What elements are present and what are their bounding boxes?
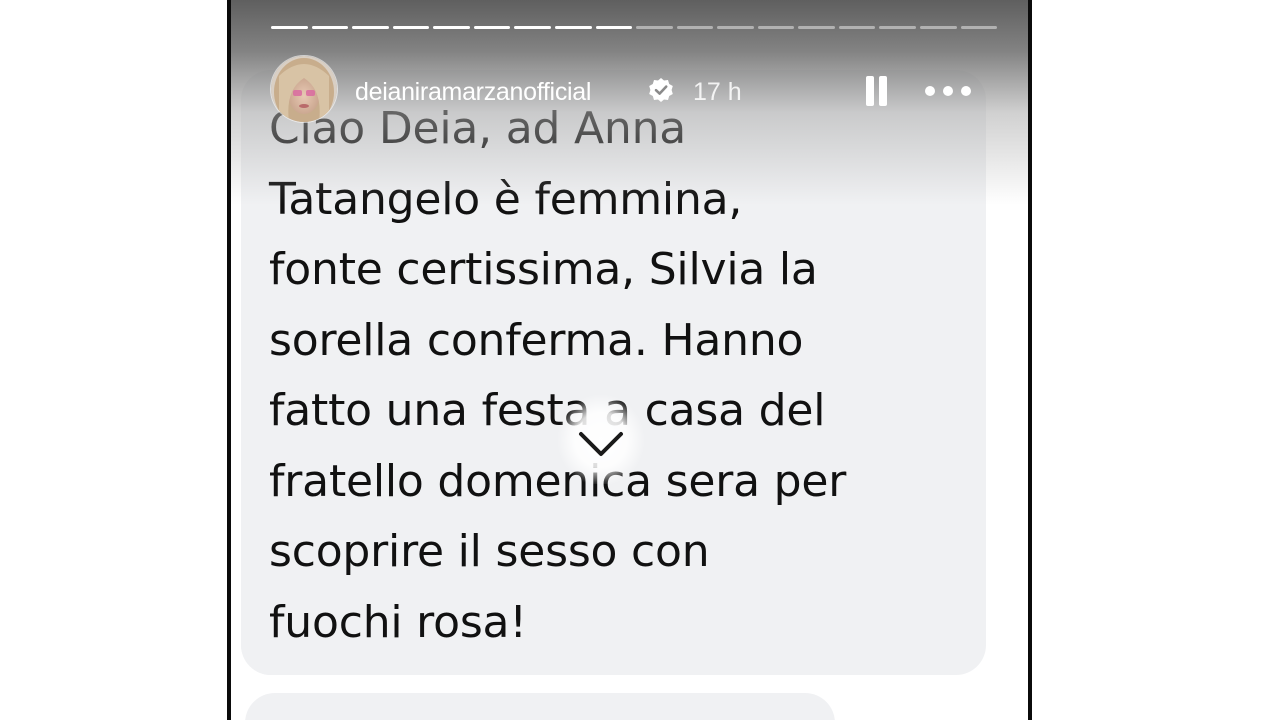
- progress-segment: [595, 26, 633, 29]
- chevron-down-icon[interactable]: [557, 392, 645, 484]
- progress-segment: [757, 26, 795, 29]
- progress-segment: [960, 26, 998, 29]
- more-horizontal-icon[interactable]: [925, 80, 979, 100]
- story-progress-bar: [271, 26, 998, 29]
- progress-segment: [636, 26, 673, 29]
- progress-segment: [838, 26, 876, 29]
- progress-segment: [879, 26, 916, 29]
- message-text: Ciao Deia, ad Anna Tatangelo è femmina, …: [269, 103, 847, 648]
- pause-icon[interactable]: [859, 74, 893, 108]
- progress-segment: [514, 26, 551, 29]
- progress-segment: [920, 26, 957, 29]
- progress-segment: [473, 26, 511, 29]
- page: Ciao Deia, ad Anna Tatangelo è femmina, …: [0, 0, 1280, 720]
- progress-segment: [392, 26, 430, 29]
- story-header: deianiramarzanofficial 17 h: [271, 56, 1001, 124]
- progress-segment: [271, 26, 308, 29]
- progress-segment: [554, 26, 592, 29]
- next-message-bubble: [245, 693, 835, 720]
- progress-segment: [717, 26, 754, 29]
- progress-segment: [311, 26, 349, 29]
- post-time: 17 h: [693, 78, 742, 106]
- username[interactable]: deianiramarzanofficial: [355, 78, 591, 107]
- verified-badge-icon: [649, 78, 673, 102]
- progress-segment: [433, 26, 470, 29]
- progress-segment: [352, 26, 389, 29]
- story-viewer[interactable]: Ciao Deia, ad Anna Tatangelo è femmina, …: [227, 0, 1032, 720]
- progress-segment: [798, 26, 835, 29]
- progress-segment: [676, 26, 714, 29]
- avatar[interactable]: [271, 56, 337, 122]
